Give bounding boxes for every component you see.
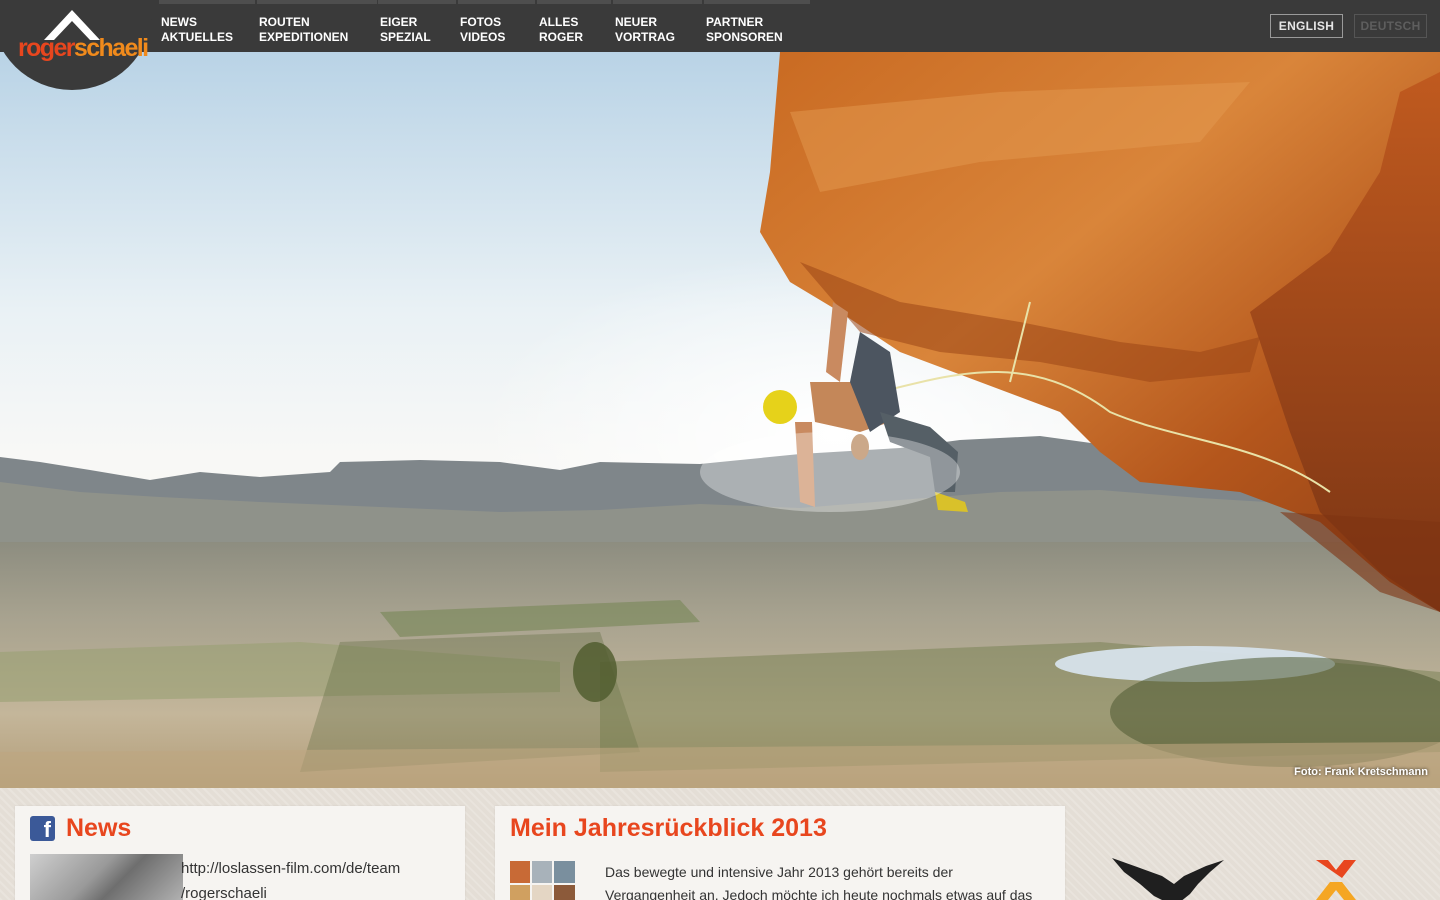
- news-title: News: [66, 814, 132, 842]
- eagle-logo-icon[interactable]: [1110, 850, 1226, 900]
- nav-item-news[interactable]: NEWS AKTUELLES: [159, 0, 255, 52]
- nav-item-line1: FOTOS: [460, 15, 502, 29]
- article-excerpt-line1: Das bewegte und intensive Jahr 2013 gehö…: [605, 864, 953, 880]
- language-deutsch-button[interactable]: DEUTSCH: [1354, 14, 1427, 38]
- nav-item-partner[interactable]: PARTNER SPONSOREN: [704, 0, 810, 52]
- nav-item-line1: EIGER: [380, 15, 418, 29]
- news-thumbnail[interactable]: [30, 854, 183, 900]
- nav-item-line2: SPONSOREN: [706, 30, 783, 44]
- article-excerpt-line2: Vergangenheit an. Jedoch möchte ich heut…: [605, 887, 1033, 900]
- nav-item-routen[interactable]: ROUTEN EXPEDITIONEN: [256, 0, 378, 52]
- facebook-icon[interactable]: f: [30, 816, 55, 841]
- logo-text-schaeli: schaeli: [73, 34, 149, 62]
- nav-item-line2: EXPEDITIONEN: [259, 30, 349, 44]
- nav-item-line1: NEUER: [615, 15, 658, 29]
- nav-item-line2: AKTUELLES: [161, 30, 233, 44]
- nav-item-vortrag[interactable]: NEUER VORTRAG: [613, 0, 702, 52]
- news-post-text[interactable]: http://loslassen-film.com/de/team /roger…: [181, 856, 400, 900]
- nav-item-line2: VORTRAG: [615, 30, 675, 44]
- news-link-line2: /rogerschaeli: [181, 885, 267, 900]
- nav-item-line2: ROGER: [539, 30, 584, 44]
- nav-item-line1: NEWS: [161, 15, 197, 29]
- nav-item-line2: SPEZIAL: [380, 30, 431, 44]
- nav-item-eiger[interactable]: EIGER SPEZIAL: [378, 0, 456, 52]
- photo-credit: Foto: Frank Kretschmann: [1294, 766, 1428, 778]
- language-english-button[interactable]: ENGLISH: [1270, 14, 1343, 38]
- nav-item-fotos[interactable]: FOTOS VIDEOS: [457, 0, 536, 52]
- hero-image: Foto: Frank Kretschmann: [0, 52, 1440, 788]
- article-panel: Mein Jahresrückblick 2013 Das bewegte un…: [495, 806, 1065, 900]
- nav-item-line2: VIDEOS: [460, 30, 506, 44]
- hero-photo-climber: [0, 52, 1440, 788]
- news-link-line1: http://loslassen-film.com/de/team: [181, 860, 401, 877]
- nav-item-line1: ALLES: [539, 15, 579, 29]
- top-navigation-bar: NEWS AKTUELLES ROUTEN EXPEDITIONEN EIGER…: [0, 0, 1440, 52]
- nav-item-alles-roger[interactable]: ALLES ROGER: [536, 0, 612, 52]
- nav-item-line1: PARTNER: [706, 15, 764, 29]
- x-logo-icon[interactable]: [1312, 856, 1360, 900]
- news-panel: f News http://loslassen-film.com/de/team…: [15, 806, 465, 900]
- logo-wordmark: rogerschaeli: [18, 34, 149, 63]
- logo-text-roger: roger: [18, 34, 76, 62]
- article-excerpt: Das bewegte und intensive Jahr 2013 gehö…: [605, 861, 1045, 900]
- article-title[interactable]: Mein Jahresrückblick 2013: [510, 814, 827, 843]
- article-thumbnail[interactable]: [510, 861, 575, 900]
- nav-item-line1: ROUTEN: [259, 15, 310, 29]
